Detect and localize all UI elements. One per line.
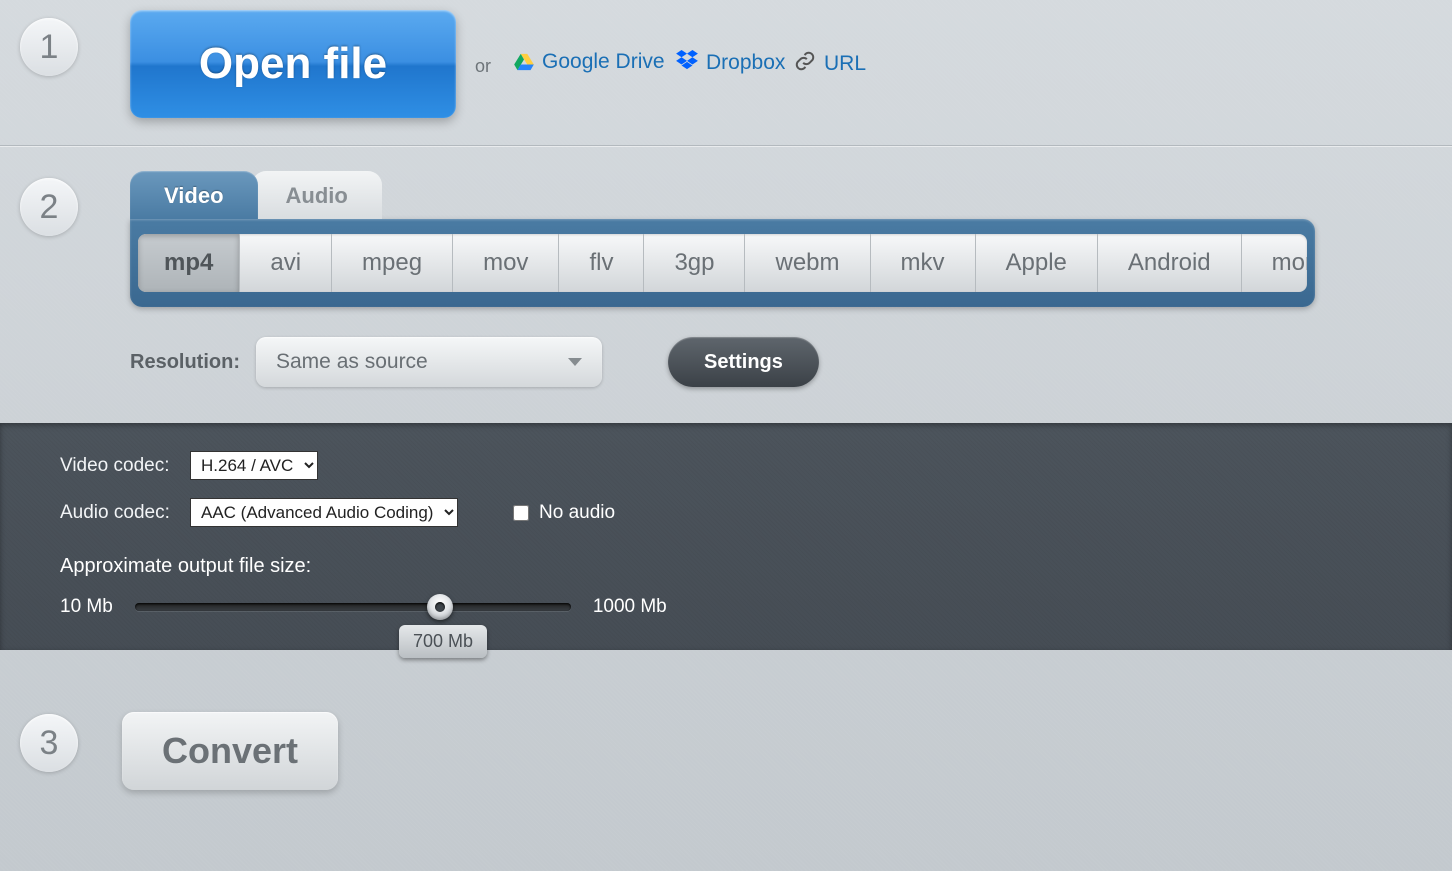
format-mov[interactable]: mov [453,234,559,292]
size-min-label: 10 Mb [60,596,113,618]
google-drive-link[interactable]: Google Drive [514,50,665,74]
step-2-section: 2 Video Audio mp4 avi mpeg mov flv 3gp w… [0,145,1452,423]
step-3-badge: 3 [20,714,78,772]
resolution-select[interactable]: Same as source [256,337,602,387]
format-mkv[interactable]: mkv [871,234,976,292]
format-mpeg[interactable]: mpeg [332,234,453,292]
format-webm[interactable]: webm [745,234,870,292]
video-codec-label: Video codec: [60,455,190,477]
media-tabs: Video Audio [130,171,1452,219]
tab-audio[interactable]: Audio [252,171,382,219]
open-file-button[interactable]: Open file [130,10,456,118]
slider-track [135,603,571,611]
resolution-label: Resolution: [130,351,240,374]
step-1-section: 1 Open file or Google Drive Dropbox URL [0,0,1452,145]
advanced-settings-panel: Video codec: H.264 / AVC Audio codec: AA… [0,423,1452,650]
format-3gp[interactable]: 3gp [644,234,745,292]
settings-button[interactable]: Settings [668,337,819,387]
url-label: URL [824,52,866,76]
format-avi[interactable]: avi [240,234,332,292]
dropbox-link[interactable]: Dropbox [676,50,785,76]
video-codec-select[interactable]: H.264 / AVC [190,451,318,480]
no-audio-option[interactable]: No audio [513,502,615,524]
or-label: or [475,56,491,77]
step-3-section: 3 Convert [0,650,1452,808]
format-more[interactable]: more [1242,234,1307,292]
format-bar: mp4 avi mpeg mov flv 3gp webm mkv Apple … [138,234,1307,292]
format-more-label: more [1272,249,1307,277]
link-icon [794,50,816,78]
step-2-badge: 2 [20,178,78,236]
audio-codec-label: Audio codec: [60,502,190,524]
format-bar-container: mp4 avi mpeg mov flv 3gp webm mkv Apple … [130,219,1315,307]
audio-codec-row: Audio codec: AAC (Advanced Audio Coding)… [60,498,1452,527]
format-apple[interactable]: Apple [976,234,1098,292]
format-flv[interactable]: flv [559,234,644,292]
google-drive-icon [514,53,534,71]
audio-codec-select[interactable]: AAC (Advanced Audio Coding) [190,498,458,527]
step-1-badge: 1 [20,18,78,76]
resolution-value: Same as source [276,350,428,374]
slider-thumb[interactable] [427,594,453,620]
format-mp4[interactable]: mp4 [138,234,240,292]
output-size-label: Approximate output file size: [60,555,1452,578]
tab-video[interactable]: Video [130,171,258,219]
convert-button[interactable]: Convert [122,712,338,790]
output-size-slider-row: 10 Mb 700 Mb 1000 Mb [60,596,1452,618]
dropbox-label: Dropbox [706,51,785,75]
resolution-row: Resolution: Same as source Settings [130,337,1452,387]
no-audio-checkbox[interactable] [513,505,529,521]
size-slider[interactable]: 700 Mb [135,603,571,611]
dropbox-icon [676,50,698,76]
chevron-down-icon [568,358,582,366]
size-max-label: 1000 Mb [593,596,667,618]
video-codec-row: Video codec: H.264 / AVC [60,451,1452,480]
no-audio-label: No audio [539,502,615,524]
url-link[interactable]: URL [794,50,866,78]
google-drive-label: Google Drive [542,50,665,74]
format-android[interactable]: Android [1098,234,1242,292]
